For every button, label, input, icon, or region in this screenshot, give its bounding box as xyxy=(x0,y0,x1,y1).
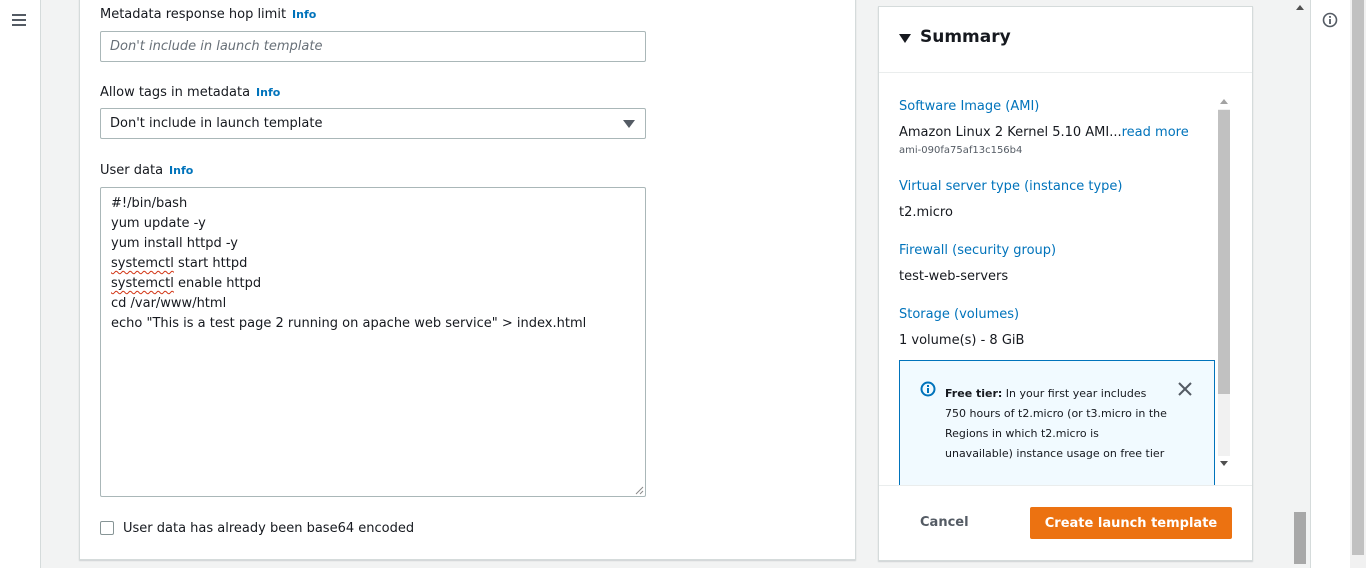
summary-panel: Summary Software Image (AMI) Amazon Linu… xyxy=(878,6,1253,561)
scroll-thumb[interactable] xyxy=(1352,0,1364,555)
summary-body: Software Image (AMI) Amazon Linux 2 Kern… xyxy=(879,74,1252,485)
allow-tags-info-link[interactable]: Info xyxy=(256,86,280,99)
code-line: systemctl start httpd xyxy=(111,254,635,274)
user-data-textarea[interactable]: #!/bin/bash yum update -y yum install ht… xyxy=(100,187,646,497)
ami-name: Amazon Linux 2 Kernel 5.10 AMI... xyxy=(899,125,1122,140)
misspelled-word: systemctl xyxy=(111,256,174,271)
window-scrollbar[interactable] xyxy=(1350,0,1366,568)
code-line: #!/bin/bash xyxy=(111,196,188,211)
base64-checkbox-label[interactable]: User data has already been base64 encode… xyxy=(123,521,414,536)
code-line: yum update -y xyxy=(111,216,206,231)
cancel-button[interactable]: Cancel xyxy=(920,515,969,530)
page-scrollbar[interactable] xyxy=(1291,0,1309,568)
misspelled-word: systemctl xyxy=(111,276,174,291)
resize-grip-icon[interactable] xyxy=(635,486,644,495)
scroll-thumb[interactable] xyxy=(1294,512,1306,564)
read-more-link[interactable]: read more xyxy=(1122,125,1189,140)
code-line: yum install httpd -y xyxy=(111,236,238,251)
free-tier-title: Free tier: xyxy=(945,387,1003,400)
instance-type-value: t2.micro xyxy=(899,205,953,220)
summary-header: Summary xyxy=(879,7,1252,73)
scroll-up-arrow-icon[interactable] xyxy=(1296,5,1304,10)
info-circle-icon xyxy=(920,381,936,397)
storage-link[interactable]: Storage (volumes) xyxy=(899,307,1019,322)
user-data-label-text: User data xyxy=(100,163,164,178)
firewall-value: test-web-servers xyxy=(899,269,1009,284)
hamburger-menu-icon[interactable] xyxy=(12,14,26,26)
ami-link[interactable]: Software Image (AMI) xyxy=(899,99,1039,114)
allow-tags-select[interactable]: Don't include in launch template xyxy=(100,108,646,139)
allow-tags-label: Allow tags in metadata Info xyxy=(100,85,280,100)
code-line-rest: start httpd xyxy=(178,256,248,271)
scroll-thumb[interactable] xyxy=(1218,110,1230,394)
code-line: systemctl enable httpd xyxy=(111,274,635,294)
caret-down-icon[interactable] xyxy=(899,34,911,43)
ami-id: ami-090fa75af13c156b4 xyxy=(899,145,1023,156)
storage-value: 1 volume(s) - 8 GiB xyxy=(899,333,1025,348)
firewall-link[interactable]: Firewall (security group) xyxy=(899,243,1056,258)
allow-tags-label-text: Allow tags in metadata xyxy=(100,85,251,100)
base64-checkbox[interactable] xyxy=(100,521,114,535)
summary-footer: Cancel Create launch template xyxy=(879,485,1252,560)
hop-limit-input[interactable] xyxy=(100,31,646,62)
base64-checkbox-row: User data has already been base64 encode… xyxy=(100,519,414,537)
scroll-up-arrow-icon[interactable] xyxy=(1220,99,1228,104)
scroll-down-arrow-icon[interactable] xyxy=(1220,461,1228,466)
close-icon[interactable] xyxy=(1178,382,1192,396)
free-tier-alert: Free tier: In your first year includes 7… xyxy=(899,360,1215,485)
create-launch-template-button[interactable]: Create launch template xyxy=(1030,507,1232,539)
hop-limit-label-text: Metadata response hop limit xyxy=(100,7,287,22)
instance-type-link[interactable]: Virtual server type (instance type) xyxy=(899,179,1122,194)
ami-value: Amazon Linux 2 Kernel 5.10 AMI...read mo… xyxy=(899,125,1189,140)
side-navigation xyxy=(0,0,41,568)
code-line-rest: enable httpd xyxy=(178,276,262,291)
hop-limit-label: Metadata response hop limit Info xyxy=(100,7,316,22)
code-line: echo "This is a test page 2 running on a… xyxy=(111,316,587,331)
caret-down-icon xyxy=(623,120,635,128)
info-circle-icon[interactable] xyxy=(1322,12,1338,28)
hop-limit-info-link[interactable]: Info xyxy=(292,8,316,21)
allow-tags-selected-value: Don't include in launch template xyxy=(110,116,323,131)
summary-scrollbar[interactable] xyxy=(1216,95,1232,470)
free-tier-text: Free tier: In your first year includes 7… xyxy=(945,384,1170,464)
utility-panel xyxy=(1310,0,1350,568)
summary-title[interactable]: Summary xyxy=(920,27,1011,47)
user-data-label: User data Info xyxy=(100,163,193,178)
code-line: cd /var/www/html xyxy=(111,296,227,311)
user-data-info-link[interactable]: Info xyxy=(169,164,193,177)
